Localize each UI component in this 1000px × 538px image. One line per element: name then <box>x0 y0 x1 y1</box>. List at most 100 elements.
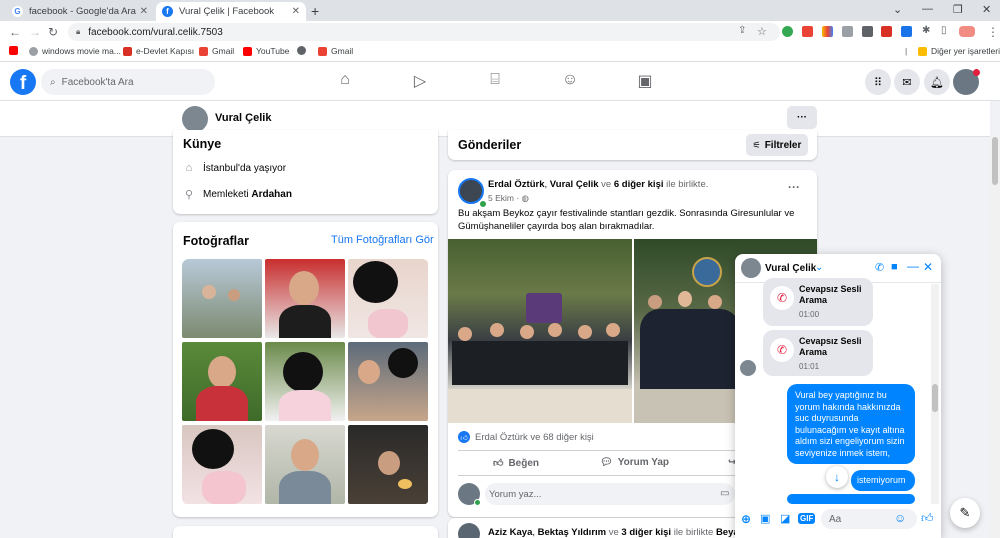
bookmark-youtube[interactable]: YouTube <box>243 46 289 56</box>
missed-call-icon: ✆ <box>770 338 794 362</box>
online-status-dot <box>474 499 481 506</box>
photo-thumbnail[interactable] <box>182 425 262 504</box>
messenger-icon[interactable]: ✉ <box>894 69 920 95</box>
bookmark-gmail[interactable]: Gmail <box>199 46 234 56</box>
gaming-icon[interactable]: ▣ <box>633 71 657 91</box>
reactions-summary[interactable]: 👍︎ Erdal Öztürk ve 68 diğer kişi <box>458 431 594 443</box>
forward-button[interactable]: → <box>29 25 41 39</box>
photo-thumbnail[interactable] <box>265 425 345 504</box>
extension-icon[interactable] <box>881 26 892 37</box>
post-author-link[interactable]: Erdal Öztürk <box>488 179 545 190</box>
extension-icon[interactable] <box>842 26 853 37</box>
tagged-others-link[interactable]: 3 diğer kişi <box>621 527 671 538</box>
close-window-button[interactable]: ✕ <box>982 3 991 16</box>
extension-icon[interactable] <box>782 26 793 37</box>
photo-thumbnail[interactable] <box>265 259 345 338</box>
like-button[interactable]: 👍︎ Beğen <box>493 457 540 470</box>
hometown-row: ⚲ Memleketi Ardahan <box>183 188 292 202</box>
bookmark-globe[interactable] <box>297 46 310 55</box>
comment-input[interactable]: Yorum yaz... <box>485 483 735 505</box>
voice-call-icon[interactable]: ✆ <box>875 261 884 274</box>
close-chat-icon[interactable]: ✕ <box>923 260 933 274</box>
share-icon[interactable]: ⇪ <box>738 25 746 36</box>
photo-thumbnail[interactable] <box>265 342 345 421</box>
restore-button[interactable]: ❐ <box>953 3 963 16</box>
side-panel-icon[interactable]: ▯ <box>941 25 947 36</box>
notifications-bell-icon[interactable]: 🔔︎ <box>924 69 950 95</box>
photo-thumbnail[interactable] <box>348 342 428 421</box>
watch-icon[interactable]: ▷ <box>408 71 432 91</box>
see-all-photos-link[interactable]: Tüm Fotoğrafları Gör <box>331 234 434 246</box>
post-author-link[interactable]: Aziz Kaya <box>488 527 532 538</box>
facebook-logo[interactable]: f <box>10 69 36 95</box>
bookmark-windows-movie[interactable]: windows movie ma... <box>29 46 121 56</box>
photo-thumbnail[interactable] <box>182 259 262 338</box>
close-tab-icon[interactable]: ✕ <box>140 6 148 17</box>
tagged-person-link[interactable]: Vural Çelik <box>550 179 599 190</box>
page-scrollbar[interactable] <box>990 137 1000 538</box>
new-message-button[interactable]: ✎ <box>950 498 980 528</box>
chat-contact-avatar[interactable] <box>741 258 761 278</box>
bookmark-gmail-2[interactable]: Gmail <box>318 46 353 56</box>
post-author-avatar[interactable] <box>458 523 480 538</box>
groups-icon[interactable]: ☺ <box>558 71 582 89</box>
post-more-options-icon[interactable]: ··· <box>788 180 800 194</box>
video-call-icon[interactable]: ■ <box>891 261 898 273</box>
photo-attach-icon[interactable]: ▣ <box>760 512 770 525</box>
add-more-icon[interactable]: ⊕ <box>741 512 751 526</box>
facebook-search-input[interactable]: ⌕ Facebook'ta Ara <box>41 69 215 95</box>
extension-icon[interactable] <box>802 26 813 37</box>
profile-avatar[interactable] <box>182 106 208 132</box>
chrome-menu-icon[interactable]: ⋮ <box>987 25 999 39</box>
close-tab-icon[interactable]: ✕ <box>292 6 300 17</box>
chat-scrollbar[interactable] <box>931 284 939 504</box>
filters-button[interactable]: ⚟ Filtreler <box>746 134 808 156</box>
marketplace-icon[interactable]: ⌸ <box>483 71 507 89</box>
bookmark-edevlet[interactable]: e-Devlet Kapısı <box>123 46 194 56</box>
thumbs-up-icon[interactable]: 👍︎ <box>921 511 934 526</box>
photo-thumbnail[interactable] <box>348 425 428 504</box>
sticker-icon[interactable]: ▭ <box>720 488 729 499</box>
other-bookmarks[interactable]: Diğer yer işaretleri <box>918 46 1000 56</box>
menu-grid-icon[interactable]: ⠿ <box>865 69 891 95</box>
address-bar[interactable]: 🔒︎ facebook.com/vural.celik.7503 <box>68 23 780 41</box>
new-tab-button[interactable]: + <box>311 3 319 19</box>
reload-button[interactable]: ↻ <box>48 25 58 39</box>
bookmark-star-icon[interactable]: ☆ <box>757 25 767 38</box>
tagged-others-link[interactable]: 6 diğer kişi <box>614 179 664 190</box>
scroll-to-bottom-icon[interactable]: ↓ <box>826 466 848 488</box>
extension-icon[interactable] <box>862 26 873 37</box>
youtube-icon[interactable] <box>9 46 22 55</box>
chat-contact-name[interactable]: Vural Çelik <box>765 263 816 274</box>
filters-icon: ⚟ <box>752 139 761 150</box>
scrollbar-thumb[interactable] <box>992 137 998 185</box>
filters-label: Filtreler <box>764 139 802 151</box>
back-button[interactable]: ← <box>9 25 21 39</box>
extension-icon[interactable] <box>822 26 833 37</box>
extension-icon[interactable] <box>901 26 912 37</box>
chevron-down-icon[interactable]: ⌄ <box>815 262 823 273</box>
tab-search-icon[interactable]: ⌄ <box>893 3 902 16</box>
tagged-person-link[interactable]: Bektaş Yıldırım <box>538 527 606 538</box>
minimize-chat-icon[interactable]: — <box>907 259 919 273</box>
google-icon: G <box>12 6 23 17</box>
like-label: Beğen <box>508 457 540 469</box>
lives-city[interactable]: İstanbul <box>203 163 238 174</box>
profile-name[interactable]: Vural Çelik <box>215 112 271 124</box>
minimize-button[interactable]: — <box>922 3 933 15</box>
emoji-icon[interactable]: ☺ <box>894 511 906 525</box>
photo-thumbnail[interactable] <box>182 342 262 421</box>
post-photo[interactable] <box>448 239 632 423</box>
hometown-city[interactable]: Ardahan <box>251 189 292 200</box>
extensions-puzzle-icon[interactable]: ✱ <box>922 25 930 36</box>
photo-thumbnail[interactable] <box>348 259 428 338</box>
tab-facebook[interactable]: f Vural Çelik | Facebook ✕ <box>156 2 306 21</box>
gif-icon[interactable]: GIF <box>798 513 816 524</box>
tab-google-search[interactable]: G facebook - Google'da Ara ✕ <box>6 2 154 21</box>
sticker-icon[interactable]: ◪ <box>780 512 790 525</box>
profile-chip[interactable] <box>959 26 975 37</box>
post-date[interactable]: 5 Ekim · <box>488 193 522 203</box>
comment-button[interactable]: 💬︎ Yorum Yap <box>600 457 669 468</box>
home-icon[interactable]: ⌂ <box>333 71 357 89</box>
more-options-button[interactable]: ··· <box>787 106 817 129</box>
